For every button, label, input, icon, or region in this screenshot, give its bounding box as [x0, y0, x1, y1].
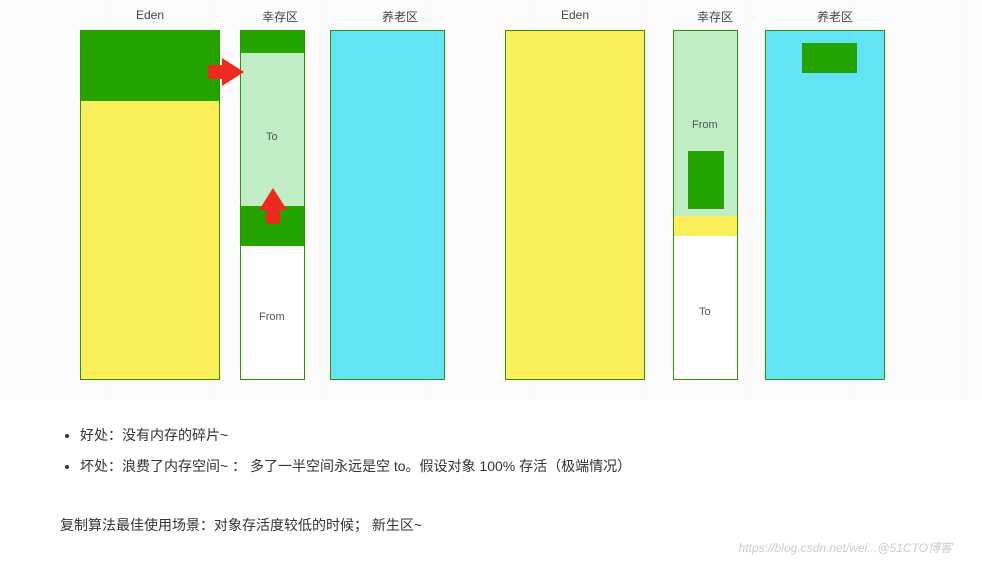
eden-label-r: Eden	[545, 8, 605, 22]
eden-live-objects	[81, 31, 219, 101]
survivor-label-r: 幸存区	[685, 8, 745, 25]
footer-text: 复制算法最佳使用场景：对象存活度较低的时候； 新生区~	[60, 510, 922, 541]
to-label-r: To	[699, 306, 711, 318]
bullet-good: 好处：没有内存的碎片~	[80, 420, 922, 451]
arrow-eden-to-survivor	[222, 58, 244, 86]
divider-strip	[674, 216, 737, 236]
eden-label: Eden	[120, 8, 180, 22]
eden-box	[80, 30, 220, 380]
to-label: To	[266, 131, 278, 143]
old-label: 养老区	[370, 8, 430, 25]
old-live-block	[802, 43, 857, 73]
eden-box-r	[505, 30, 645, 380]
old-box-r	[765, 30, 885, 380]
notes: 好处：没有内存的碎片~ 坏处：浪费了内存空间~ ： 多了一半空间永远是空 to。…	[0, 400, 982, 540]
old-box	[330, 30, 445, 380]
survivor-box-r: From To	[673, 30, 738, 380]
diagram-stage: Eden 幸存区 养老区 To From Eden 幸存区 养老区	[0, 0, 982, 400]
from-label: From	[259, 311, 285, 323]
watermark: https://blog.csdn.net/wei...@51CTO博客	[739, 539, 952, 556]
old-label-r: 养老区	[805, 8, 865, 25]
to-top-strip	[241, 31, 304, 53]
bullet-bad: 坏处：浪费了内存空间~ ： 多了一半空间永远是空 to。假设对象 100% 存活…	[80, 451, 922, 482]
from-label-r: From	[692, 119, 718, 131]
from-live-block	[688, 151, 724, 209]
arrow-from-to-to	[259, 188, 287, 210]
survivor-label: 幸存区	[250, 8, 310, 25]
